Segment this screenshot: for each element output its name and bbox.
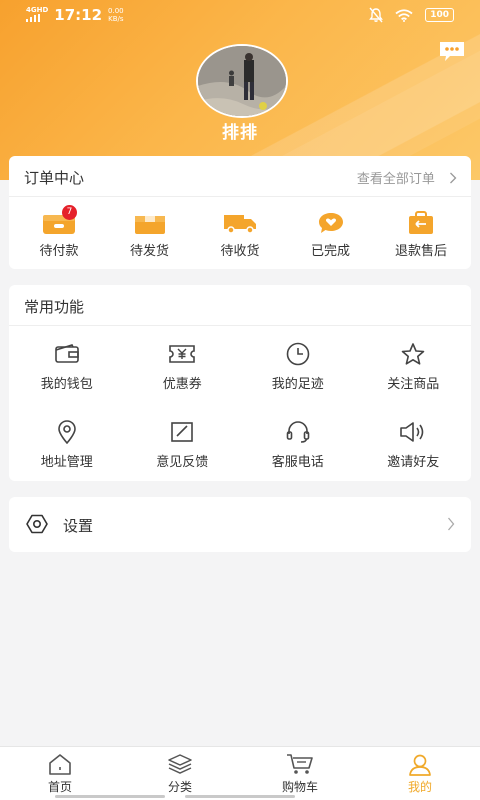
- speed-unit: KB/s: [108, 15, 124, 23]
- gesture-bar: [185, 795, 295, 798]
- tab-mine[interactable]: 我的: [360, 747, 480, 800]
- star-icon: [401, 343, 425, 365]
- feedback-label: 意见反馈: [156, 455, 209, 470]
- order-to-receive[interactable]: 待收货: [198, 211, 282, 259]
- avatar-photo: [198, 46, 286, 116]
- pending-payment-badge: 7: [62, 205, 77, 220]
- truck-icon: [224, 215, 256, 234]
- network-indicator: 4GHD: [26, 6, 48, 24]
- wallet-icon: [54, 344, 79, 363]
- followed-products-item[interactable]: 关注商品: [356, 326, 472, 404]
- settings-row[interactable]: 设置: [9, 497, 471, 552]
- edit-icon: [171, 422, 194, 442]
- my-wallet-label: 我的钱包: [40, 377, 93, 392]
- gesture-bar: [55, 795, 165, 798]
- tab-category-label: 分类: [167, 780, 192, 794]
- order-to-receive-label: 待收货: [220, 244, 260, 259]
- order-to-ship-label: 待发货: [129, 244, 169, 259]
- user-icon: [409, 754, 431, 776]
- order-completed-label: 已完成: [310, 244, 350, 259]
- order-refund-after-sales[interactable]: 退款售后: [379, 211, 463, 259]
- settings-label: 设置: [63, 517, 94, 535]
- my-wallet-item[interactable]: 我的钱包: [9, 326, 125, 404]
- headset-icon: [286, 421, 310, 443]
- mute-bell-icon: [369, 7, 384, 23]
- bottom-tab-bar: 首页 分类 购物车 我的: [0, 746, 480, 800]
- tab-mine-label: 我的: [407, 780, 432, 794]
- invite-friends-label: 邀请好友: [387, 455, 440, 470]
- tab-cart[interactable]: 购物车: [240, 747, 360, 800]
- address-management-item[interactable]: 地址管理: [9, 404, 125, 482]
- signal-icon: [26, 14, 40, 22]
- order-center-header: 订单中心 查看全部订单: [9, 156, 471, 197]
- order-pending-payment[interactable]: 7 待付款: [17, 205, 101, 259]
- cart-icon: [287, 754, 313, 774]
- common-functions-card: 常用功能 我的钱包 优惠券 我的足迹 关注商品 地址管理 意见反馈 客服电话 邀…: [9, 285, 471, 481]
- coupons-label: 优惠券: [162, 377, 202, 392]
- customer-service-item[interactable]: 客服电话: [240, 404, 356, 482]
- speaker-icon: [400, 422, 424, 442]
- order-refund-label: 退款售后: [394, 244, 447, 259]
- coupons-item[interactable]: 优惠券: [125, 326, 241, 404]
- tab-home[interactable]: 首页: [0, 747, 120, 800]
- order-pending-payment-label: 待付款: [39, 244, 79, 259]
- clock-icon: [286, 342, 310, 366]
- avatar[interactable]: [196, 44, 288, 118]
- chevron-right-icon: [450, 172, 457, 184]
- invite-friends-item[interactable]: 邀请好友: [356, 404, 472, 482]
- address-management-label: 地址管理: [40, 455, 93, 470]
- network-type: 4GHD: [26, 6, 49, 14]
- chevron-right-icon: [448, 517, 455, 531]
- package-icon: [134, 216, 165, 234]
- feedback-item[interactable]: 意见反馈: [125, 404, 241, 482]
- location-icon: [57, 420, 76, 444]
- wifi-icon: [395, 8, 413, 22]
- my-footprints-label: 我的足迹: [271, 377, 324, 392]
- view-all-orders-label: 查看全部订单: [356, 172, 435, 187]
- messages-button[interactable]: [438, 40, 466, 62]
- chat-bubble-icon: [440, 42, 464, 61]
- followed-products-label: 关注商品: [387, 377, 440, 392]
- status-bar: 4GHD 17:12 0.00 KB/s 100: [0, 0, 480, 30]
- common-functions-header: 常用功能: [9, 285, 471, 326]
- coupon-icon: [169, 345, 196, 363]
- battery-indicator: 100: [425, 8, 454, 22]
- settings-gear-icon: [26, 514, 48, 534]
- order-center-title: 订单中心: [24, 169, 85, 187]
- username[interactable]: 排排: [0, 118, 480, 143]
- clock: 17:12: [54, 6, 103, 24]
- tab-cart-label: 购物车: [281, 780, 318, 794]
- return-bag-icon: [409, 211, 433, 234]
- order-to-ship[interactable]: 待发货: [108, 211, 192, 259]
- network-speed: 0.00 KB/s: [108, 7, 124, 23]
- speed-value: 0.00: [108, 7, 124, 15]
- heart-chat-icon: [318, 213, 343, 233]
- common-functions-title: 常用功能: [24, 298, 85, 316]
- my-footprints-item[interactable]: 我的足迹: [240, 326, 356, 404]
- customer-service-label: 客服电话: [271, 455, 324, 470]
- tab-category[interactable]: 分类: [120, 747, 240, 800]
- order-center-card: 订单中心 查看全部订单 7 待付款 待发货 待收货 已完成 退款售后: [9, 156, 471, 269]
- layers-icon: [168, 754, 192, 774]
- order-completed[interactable]: 已完成: [289, 211, 373, 259]
- home-icon: [49, 754, 71, 775]
- tab-home-label: 首页: [47, 780, 72, 794]
- view-all-orders-link[interactable]: 查看全部订单: [357, 168, 457, 187]
